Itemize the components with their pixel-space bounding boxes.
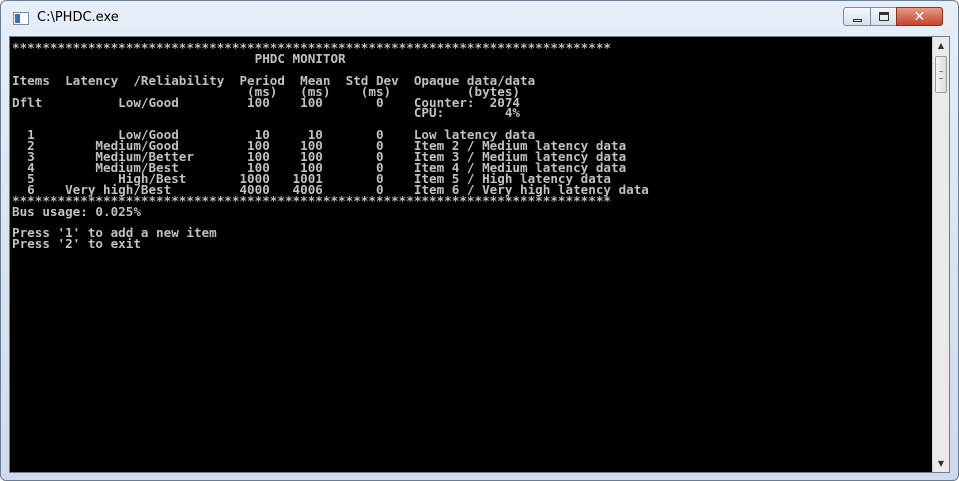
console-text: ****************************************… [10,37,932,250]
minimize-button[interactable] [843,7,871,26]
console-client-area[interactable]: ****************************************… [9,36,950,473]
console-line: CPU: 4% [12,105,520,121]
console-line: Bus usage: 0.025% [12,203,141,219]
title-bar[interactable]: C:\PHDC.exe ✕ [1,1,958,35]
scrollbar-thumb[interactable] [935,56,947,93]
console-line: PHDC MONITOR [12,50,346,66]
console-line: Press '2' to exit [12,236,141,252]
console-output[interactable]: ****************************************… [10,37,932,472]
minimize-icon [852,19,862,22]
window-title: C:\PHDC.exe [37,10,119,25]
console-window: C:\PHDC.exe ✕ **************************… [0,0,959,481]
scroll-down-arrow-icon[interactable]: ▼ [933,455,949,472]
maximize-button[interactable] [870,7,897,26]
maximize-icon [878,12,889,21]
close-icon: ✕ [913,8,926,25]
scroll-up-arrow-icon[interactable]: ▲ [933,37,949,54]
console-app-icon[interactable] [13,12,29,25]
vertical-scrollbar[interactable]: ▲ ▼ [932,37,949,472]
close-button[interactable]: ✕ [896,7,943,26]
